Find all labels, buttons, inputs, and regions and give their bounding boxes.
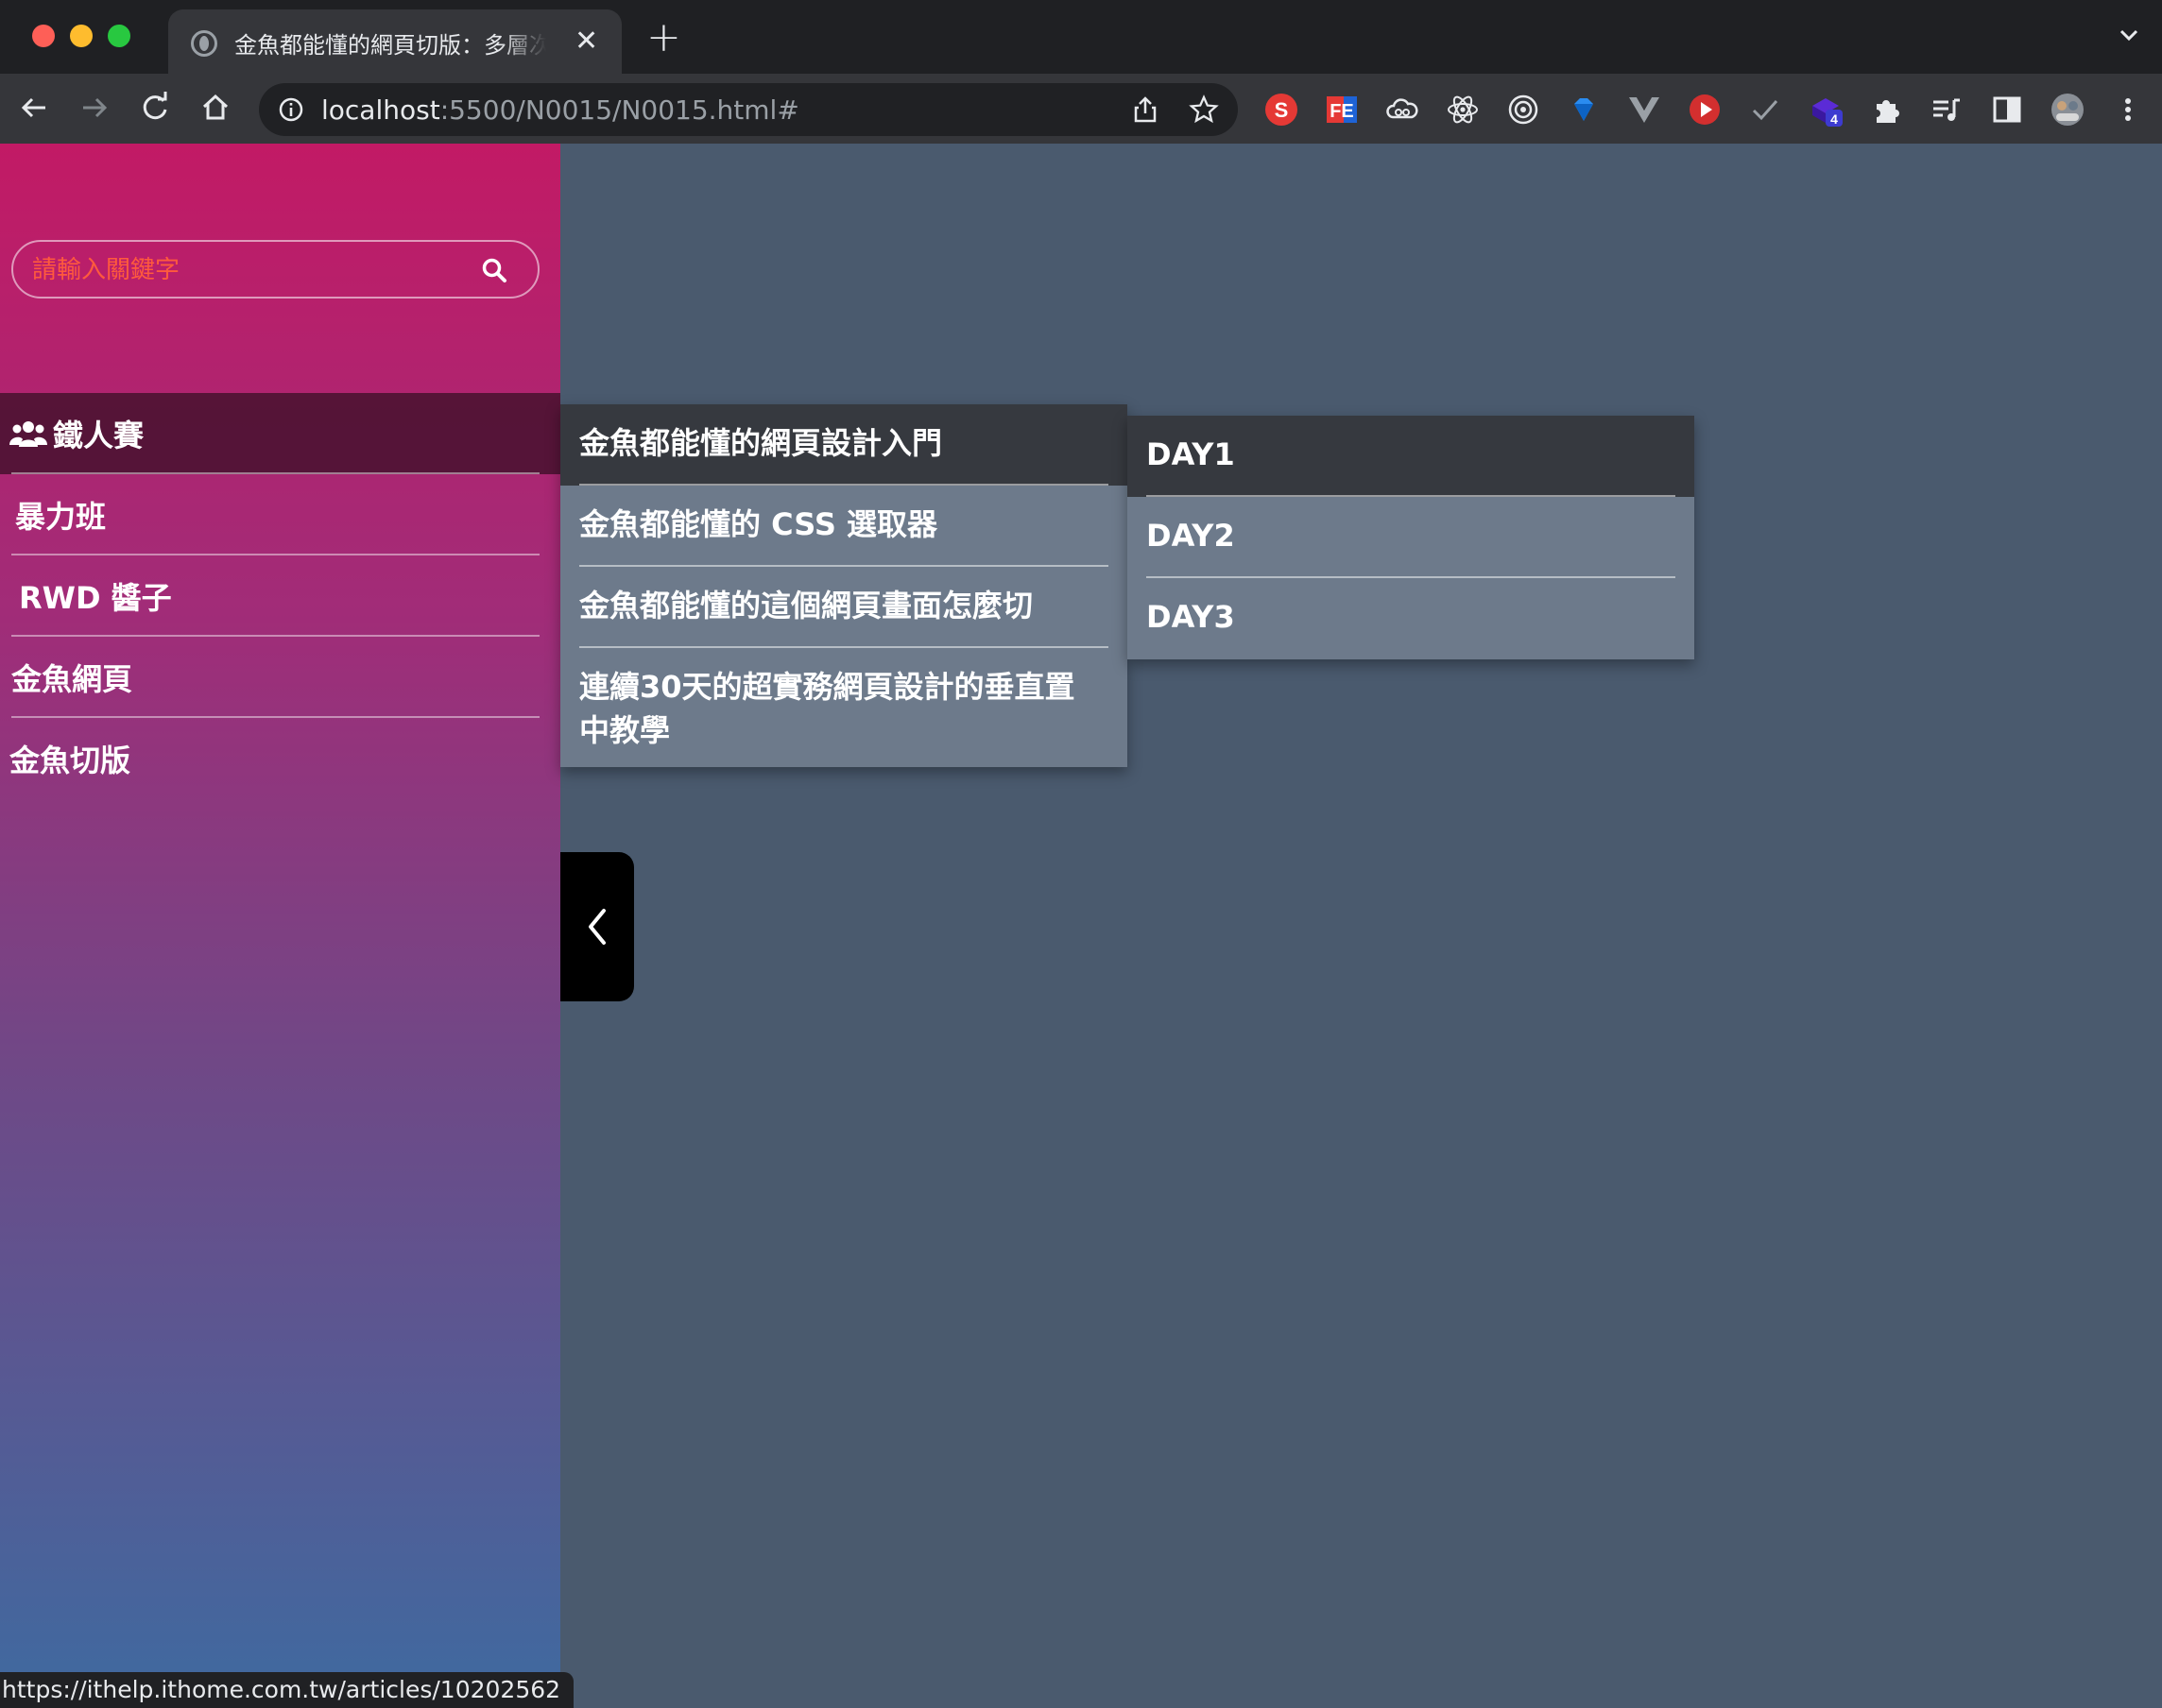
bookmark-star-icon[interactable] bbox=[1189, 94, 1219, 125]
minimize-window-button[interactable] bbox=[70, 25, 93, 47]
svg-text:S: S bbox=[1275, 98, 1289, 122]
submenu-item-label: DAY1 bbox=[1146, 436, 1235, 472]
browser-toolbar: localhost:5500/N0015/N0015.html# S FE 4 bbox=[0, 74, 2162, 144]
submenu-item-label: DAY2 bbox=[1146, 518, 1235, 554]
submenu-item-day2[interactable]: DAY2 bbox=[1127, 497, 1694, 578]
sidebar-item-goldfish-layout[interactable]: 金魚切版 bbox=[0, 718, 560, 799]
submenu-item-day3[interactable]: DAY3 bbox=[1127, 578, 1694, 659]
s-extension-icon[interactable]: S bbox=[1264, 93, 1298, 127]
sidebar-item-label: RWD 醬子 bbox=[19, 580, 172, 616]
sidebar-item-label: 金魚切版 bbox=[9, 743, 131, 778]
submenu-item-vertical-center[interactable]: 連續30天的超實務網頁設計的垂直置中教學 bbox=[560, 648, 1127, 767]
browser-tab-active[interactable]: 金魚都能懂的網頁切版：多層次巢狀選單 ✕ bbox=[168, 9, 622, 74]
page-viewport: 鐵人賽 暴力班 RWD 醬子 金魚網頁 金魚切版 金魚都能懂的網頁設計入門 bbox=[0, 144, 2162, 1708]
sidebar-collapse-button[interactable] bbox=[560, 852, 634, 1001]
submenu-item-intro[interactable]: 金魚都能懂的網頁設計入門 bbox=[560, 404, 1127, 486]
extension-badge-count: 4 bbox=[1830, 111, 1838, 127]
search-icon[interactable] bbox=[481, 257, 507, 283]
maximize-window-button[interactable] bbox=[108, 25, 130, 47]
puzzle-extensions-icon[interactable] bbox=[1869, 93, 1903, 127]
url-text: localhost:5500/N0015/N0015.html# bbox=[321, 94, 799, 126]
svg-text:FE: FE bbox=[1330, 101, 1354, 122]
submenu-item-css-selector[interactable]: 金魚都能懂的 CSS 選取器 bbox=[560, 486, 1127, 567]
sidebar-item-rwd[interactable]: RWD 醬子 bbox=[0, 555, 560, 637]
address-bar[interactable]: localhost:5500/N0015/N0015.html# bbox=[259, 83, 1238, 136]
submenu-level-3: DAY1 DAY2 DAY3 bbox=[1127, 416, 1694, 659]
link-status-bar: https://ithelp.ithome.com.tw/articles/10… bbox=[0, 1672, 575, 1708]
home-icon[interactable] bbox=[195, 87, 236, 128]
submenu-item-label: DAY3 bbox=[1146, 599, 1235, 635]
checkmark-extension-icon[interactable] bbox=[1748, 93, 1782, 127]
fe-extension-icon[interactable]: FE bbox=[1325, 93, 1359, 127]
sidebar-menu: 鐵人賽 暴力班 RWD 醬子 金魚網頁 金魚切版 bbox=[0, 393, 560, 799]
close-window-button[interactable] bbox=[32, 25, 55, 47]
submenu-item-label: 金魚都能懂的這個網頁畫面怎麼切 bbox=[579, 588, 1034, 623]
search-box bbox=[11, 240, 540, 299]
sidebar-item-ironman[interactable]: 鐵人賽 bbox=[0, 393, 560, 474]
side-panel-icon[interactable] bbox=[1990, 93, 2024, 127]
tab-title: 金魚都能懂的網頁切版：多層次巢狀選單 bbox=[234, 26, 546, 60]
users-icon bbox=[9, 417, 47, 451]
reload-icon[interactable] bbox=[134, 87, 176, 128]
tab-search-chevron-icon[interactable] bbox=[2119, 25, 2139, 45]
cloud-extension-icon[interactable] bbox=[1385, 93, 1419, 127]
submenu-item-label: 連續30天的超實務網頁設計的垂直置中教學 bbox=[579, 669, 1075, 748]
media-queue-icon[interactable] bbox=[1930, 93, 1964, 127]
browser-menu-icon[interactable] bbox=[2111, 93, 2145, 127]
forward-arrow-icon[interactable] bbox=[74, 87, 115, 128]
url-path: :5500/N0015/N0015.html# bbox=[439, 94, 799, 126]
url-host: localhost bbox=[321, 94, 440, 126]
sidebar-item-goldfish-web[interactable]: 金魚網頁 bbox=[0, 637, 560, 718]
new-tab-button[interactable]: + bbox=[646, 17, 681, 59]
back-arrow-icon[interactable] bbox=[13, 87, 55, 128]
site-info-icon[interactable] bbox=[278, 96, 304, 123]
vue-devtools-icon[interactable] bbox=[1627, 93, 1661, 127]
submenu-item-how-to-cut[interactable]: 金魚都能懂的這個網頁畫面怎麼切 bbox=[560, 567, 1127, 648]
submenu-item-label: 金魚都能懂的 CSS 選取器 bbox=[579, 506, 938, 542]
gem-extension-icon[interactable] bbox=[1567, 93, 1601, 127]
profile-avatar[interactable] bbox=[2050, 93, 2085, 127]
chevron-left-icon bbox=[589, 909, 606, 945]
cube-extension-icon[interactable]: 4 bbox=[1809, 93, 1843, 127]
sidebar-item-label: 暴力班 bbox=[15, 499, 107, 535]
search-input[interactable] bbox=[32, 251, 467, 289]
react-devtools-icon[interactable] bbox=[1446, 93, 1480, 127]
browser-tabstrip: 金魚都能懂的網頁切版：多層次巢狀選單 ✕ + bbox=[0, 0, 2162, 74]
sidebar: 鐵人賽 暴力班 RWD 醬子 金魚網頁 金魚切版 bbox=[0, 144, 560, 1708]
globe-icon bbox=[191, 30, 217, 57]
submenu-item-label: 金魚都能懂的網頁設計入門 bbox=[579, 425, 943, 461]
sidebar-item-label: 金魚網頁 bbox=[11, 661, 133, 697]
play-extension-icon[interactable] bbox=[1688, 93, 1722, 127]
share-icon[interactable] bbox=[1130, 94, 1160, 125]
submenu-level-2: 金魚都能懂的網頁設計入門 金魚都能懂的 CSS 選取器 金魚都能懂的這個網頁畫面… bbox=[560, 404, 1127, 767]
tab-close-icon[interactable]: ✕ bbox=[575, 23, 598, 60]
submenu-item-day1[interactable]: DAY1 bbox=[1127, 416, 1694, 497]
sidebar-item-label: 鐵人賽 bbox=[53, 418, 145, 453]
target-extension-icon[interactable] bbox=[1506, 93, 1540, 127]
sidebar-item-bootcamp[interactable]: 暴力班 bbox=[0, 474, 560, 555]
